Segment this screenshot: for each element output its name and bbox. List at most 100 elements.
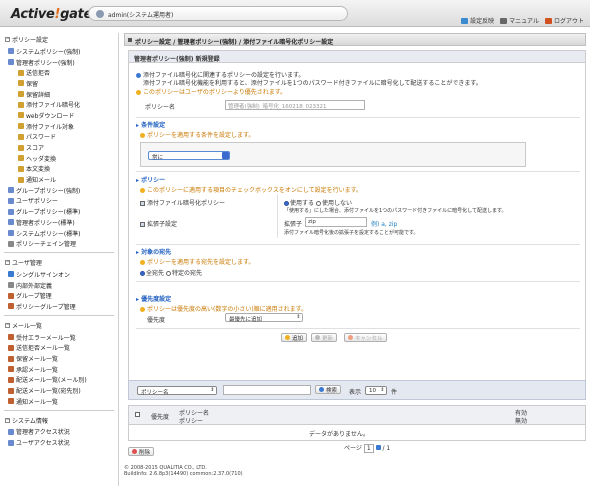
sidebar-group-0[interactable]: − ポリシー設定 (0, 33, 118, 46)
sidebar-item[interactable]: 保留 (0, 78, 118, 89)
search-icon (319, 387, 324, 392)
policy-name-input[interactable]: 管理者(強制)_暗号化_160218_023321 (225, 100, 365, 110)
sidebar-item[interactable]: ヘッダ変換 (0, 153, 118, 164)
use-radio[interactable] (284, 201, 289, 206)
sidebar-item[interactable]: 添付ファイル暗号化 (0, 99, 118, 110)
sidebar-item[interactable]: 保留詳細 (0, 89, 118, 100)
header-link-0[interactable]: 設定反映 (461, 16, 494, 25)
sidebar-group-1[interactable]: − ユーザ管理 (0, 256, 118, 269)
extension-label: 拡張子設定 (147, 221, 178, 228)
header-link-icon (500, 17, 508, 24)
sidebar-item[interactable]: ユーザポリシー (0, 196, 118, 207)
sidebar-item[interactable]: 管理者アクセス状況 (0, 427, 118, 438)
collapse-icon[interactable]: − (5, 260, 10, 266)
sidebar-item[interactable]: 送信拒否メール一覧 (0, 343, 118, 354)
page-input[interactable]: 1 (363, 444, 374, 453)
sidebar-item[interactable]: webダウンロード (0, 110, 118, 121)
sidebar-item[interactable]: グループポリシー(強制) (0, 185, 118, 196)
add-button[interactable]: 追加 (281, 333, 308, 342)
sidebar-item[interactable]: スコア (0, 142, 118, 153)
sidebar-item[interactable]: 配送メール一覧(宛先別) (0, 385, 118, 396)
sidebar-item-label: 添付ファイル対象 (26, 123, 75, 131)
sidebar-item[interactable]: 内部外部定義 (0, 280, 118, 291)
sidebar-item-label: 添付ファイル暗号化 (26, 102, 81, 110)
select-all-checkbox[interactable] (135, 412, 140, 417)
sidebar-item-icon (8, 334, 14, 341)
sidebar-item[interactable]: 通知メール (0, 174, 118, 185)
condition-note: ポリシーを適用する条件を設定します。 (140, 130, 254, 139)
sidebar-item[interactable]: グループ管理 (0, 290, 118, 301)
cancel-button[interactable]: キャンセル (344, 333, 387, 342)
count-unit: 件 (391, 389, 398, 396)
update-button-label: 更新 (322, 335, 334, 342)
sidebar-item[interactable]: 管理者ポリシー(強制) (0, 57, 118, 68)
sidebar-group-2[interactable]: − メール一覧 (0, 319, 118, 332)
sidebar-item[interactable]: ポリシーグループ管理 (0, 301, 118, 312)
condition-section-title[interactable]: ▸ 条件設定 (136, 120, 165, 129)
sidebar-item-icon (8, 292, 14, 299)
add-icon (285, 335, 290, 340)
encrypt-desc: 「使用する」にした場合、添付ファイルを1つのパスワード付きファイルに暗号化して配… (284, 208, 507, 214)
delete-button[interactable]: 削除 (128, 447, 155, 456)
sidebar-item-label: グループポリシー(標準) (16, 209, 81, 217)
extension-checkbox-row[interactable]: 拡張子設定 (140, 219, 177, 228)
show-count-select[interactable]: 10 ⇕ (365, 386, 387, 395)
update-button[interactable]: 更新 (311, 333, 338, 342)
search-button[interactable]: 検索 (315, 385, 342, 394)
policy-note-text: このポリシーに適用する項目のチェックボックスをオンにして設定を行います。 (147, 187, 363, 194)
sidebar-item[interactable]: 管理者ポリシー(標準) (0, 217, 118, 228)
sidebar-item-icon (8, 59, 14, 66)
encrypt-checkbox[interactable] (140, 201, 145, 206)
divider (136, 281, 580, 282)
sidebar-item-label: 保留 (26, 80, 39, 88)
condition-box: 常に (140, 142, 526, 167)
policy-section-title[interactable]: ▸ ポリシー (136, 175, 165, 184)
sidebar-item[interactable]: ユーザアクセス状況 (0, 437, 118, 448)
sidebar-item-label: グループポリシー(強制) (16, 187, 81, 195)
sidebar-item[interactable]: グループポリシー(標準) (0, 206, 118, 217)
collapse-icon[interactable]: − (5, 322, 10, 328)
sidebar-item[interactable]: ポリシーチェイン管理 (0, 238, 118, 249)
condition-select[interactable]: 常に (148, 151, 230, 161)
sidebar-item[interactable]: 添付ファイル対象 (0, 121, 118, 132)
sidebar-item-icon (18, 144, 24, 151)
collapse-icon[interactable]: − (5, 37, 10, 42)
build-info: BuildInfo: 2.6.8p3(14490) common:2.37.0(… (124, 471, 243, 477)
ext-hint: 例) a, zip (371, 221, 398, 228)
sidebar-item[interactable]: シングルサインオン (0, 269, 118, 280)
extension-checkbox[interactable] (140, 222, 145, 227)
user-priority-note: このポリシーはユーザのポリシーより優先されます。 (136, 87, 286, 96)
target-section-title[interactable]: ▸ 対象の宛先 (136, 247, 171, 256)
sidebar-item[interactable]: システムポリシー(強制) (0, 46, 118, 57)
sidebar-group-3[interactable]: − システム情報 (0, 414, 118, 427)
specific-recipients-radio[interactable] (165, 271, 171, 276)
sidebar-item[interactable]: 通知メール一覧 (0, 396, 118, 407)
sidebar-item-label: 管理者ポリシー(標準) (16, 219, 75, 227)
encrypt-policy-checkbox-row[interactable]: 添付ファイル暗号化ポリシー (140, 198, 225, 207)
header-link-1[interactable]: マニュアル (500, 16, 539, 25)
priority-select[interactable]: 最優先に追加 ⇕ (225, 313, 303, 323)
col-priority[interactable]: 優先度 (151, 412, 169, 421)
page-go-icon[interactable] (375, 445, 381, 450)
sidebar-item[interactable]: 受付エラーメール一覧 (0, 332, 118, 343)
sidebar-item[interactable]: 保留メール一覧 (0, 353, 118, 364)
extension-input[interactable]: zip (305, 217, 367, 227)
update-icon (315, 335, 320, 340)
empty-message: データがありません。 (309, 431, 369, 438)
sidebar-item[interactable]: 承認メール一覧 (0, 364, 118, 375)
sidebar-item[interactable]: 配送メール一覧(メール別) (0, 375, 118, 386)
search-input[interactable] (223, 385, 311, 395)
sidebar-item[interactable]: システムポリシー(標準) (0, 228, 118, 239)
priority-section-title[interactable]: ▸ 優先度設定 (136, 294, 171, 303)
logo[interactable]: Active!gate (11, 7, 92, 22)
nouse-radio[interactable] (315, 201, 321, 206)
all-recipients-radio[interactable] (140, 271, 145, 276)
sidebar-item[interactable]: 送信拒否 (0, 67, 118, 78)
sidebar-item[interactable]: パスワード (0, 132, 118, 143)
bulb-icon (140, 307, 145, 312)
header-link-2[interactable]: ログアウト (544, 16, 584, 25)
search-field-select[interactable]: ポリシー名 ⇕ (137, 386, 217, 396)
sidebar-item[interactable]: 本文変換 (0, 164, 118, 175)
header-link-label: マニュアル (509, 18, 539, 25)
collapse-icon[interactable]: − (5, 417, 10, 423)
